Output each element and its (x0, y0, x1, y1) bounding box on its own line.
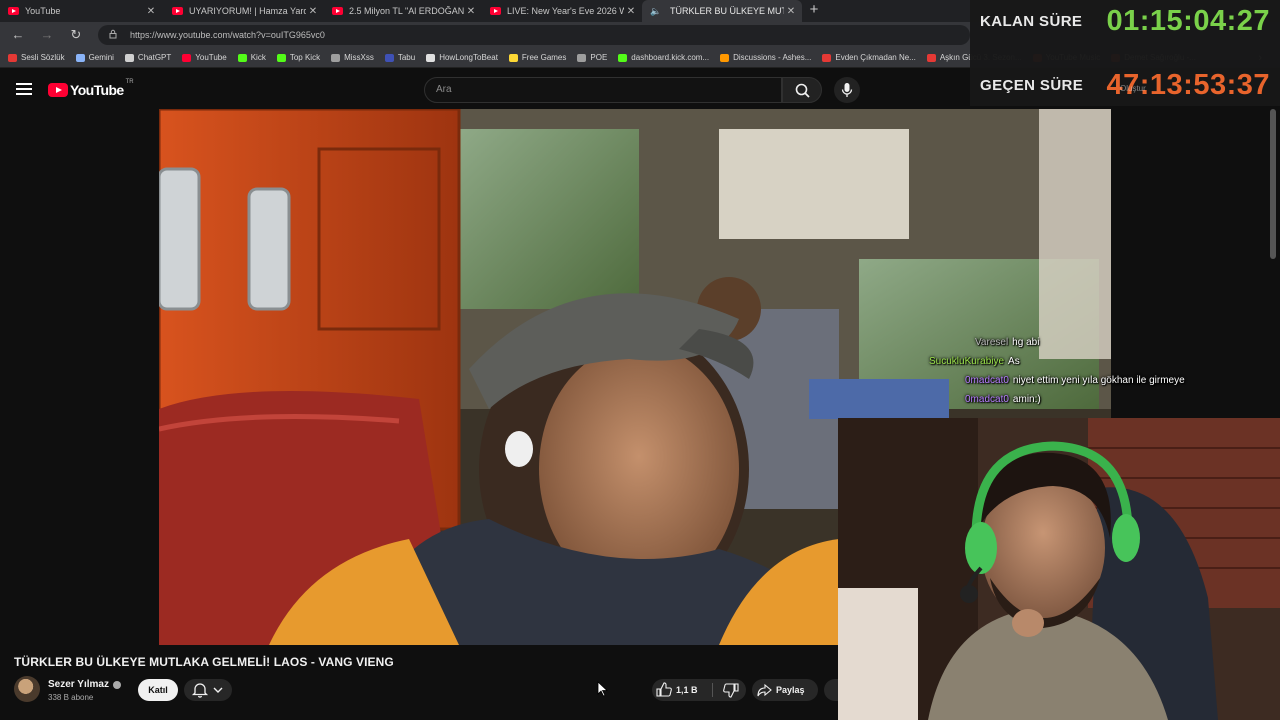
chat-username: Varesel (975, 337, 1009, 348)
bookmark-favicon-icon (720, 53, 730, 62)
browser-tab-active[interactable]: 🔈 TÜRKLER BU ÜLKEYE MUTLA ✕ (642, 0, 802, 22)
bookmark-favicon-icon (508, 53, 518, 62)
url-text: https://www.youtube.com/watch?v=ouITG965… (130, 30, 325, 40)
bookmark-favicon-icon (618, 53, 628, 62)
video-title: TÜRKLER BU ÜLKEYE MUTLAKA GELMELİ! LAOS … (14, 655, 394, 669)
bookmark-favicon-icon (124, 53, 134, 62)
chat-username: SucukluKurabiye (929, 356, 1005, 367)
chat-text: As (1008, 356, 1020, 367)
bookmark-item[interactable]: Evden Çıkmadan Ne... (822, 53, 916, 62)
site-info-icon[interactable] (108, 29, 122, 41)
new-tab-button[interactable]: + (806, 2, 822, 18)
streamer-webcam (838, 418, 1280, 720)
bookmark-item[interactable]: dashboard.kick.com... (618, 53, 709, 62)
bookmark-favicon-icon (384, 53, 394, 62)
bookmark-item[interactable]: Discussions - Ashes... (720, 53, 811, 62)
create-button[interactable]: Oluştur (1120, 84, 1146, 93)
verified-check-icon (112, 680, 121, 689)
chevron-down-icon (213, 687, 223, 693)
close-tab-icon[interactable]: ✕ (144, 6, 158, 17)
bookmark-favicon-icon (75, 53, 85, 62)
chat-username: 0madcat0 (965, 394, 1009, 405)
page-scrollbar[interactable] (1270, 109, 1276, 259)
bookmark-item[interactable]: Gemini (75, 53, 114, 62)
dislike-button[interactable] (716, 679, 746, 701)
chat-message: Varesel hg abi (975, 337, 1039, 348)
search-button[interactable] (782, 77, 822, 103)
remaining-time-value: 01:15:04:27 (1106, 5, 1270, 37)
channel-avatar[interactable] (14, 676, 40, 702)
bookmark-favicon-icon (822, 53, 832, 62)
reload-icon[interactable]: ↻ (67, 26, 85, 44)
bookmark-favicon-icon (276, 53, 286, 62)
search-input[interactable]: Ara (424, 77, 782, 103)
bookmark-favicon-icon (577, 53, 587, 62)
menu-icon[interactable] (16, 83, 32, 95)
chat-text: hg abi (1012, 337, 1040, 348)
search-icon (795, 83, 810, 98)
like-count: 1,1 B (676, 685, 698, 695)
bookmark-favicon-icon (182, 53, 192, 62)
notification-button[interactable] (184, 679, 232, 701)
bookmark-favicon-icon (426, 53, 436, 62)
bookmark-item[interactable]: Free Games (508, 53, 566, 62)
bookmark-item[interactable]: Tabu (384, 53, 415, 62)
bell-icon (191, 683, 209, 698)
mouse-cursor-icon (597, 681, 609, 702)
bookmark-favicon-icon (237, 53, 247, 62)
close-tab-icon[interactable]: ✕ (784, 6, 798, 17)
forward-arrow-icon[interactable]: → (38, 26, 56, 44)
youtube-favicon-icon (8, 7, 19, 15)
browser-tab[interactable]: YouTube ✕ (0, 0, 162, 22)
bookmark-item[interactable]: Kick (237, 53, 266, 62)
chat-text: amin:) (1012, 394, 1041, 405)
microphone-icon (841, 83, 853, 97)
like-dislike-group: 1,1 B (652, 679, 746, 701)
browser-tab[interactable]: LIVE: New Year's Eve 2026 Wo ✕ (482, 0, 642, 22)
subscriber-count: 338 B abone (48, 693, 94, 702)
thumbs-down-icon (723, 683, 739, 698)
bookmark-item[interactable]: YouTube (182, 53, 227, 62)
close-tab-icon[interactable]: ✕ (306, 6, 320, 17)
youtube-favicon-icon (172, 7, 183, 15)
address-bar[interactable]: https://www.youtube.com/watch?v=ouITG965… (98, 25, 970, 45)
bookmark-item[interactable]: MissXss (331, 53, 374, 62)
close-tab-icon[interactable]: ✕ (624, 6, 638, 17)
share-button[interactable]: Paylaş (752, 679, 818, 701)
thumbs-up-icon (656, 682, 672, 697)
bookmark-item[interactable]: POE (577, 53, 607, 62)
browser-tab[interactable]: UYARIYORUM! | Hamza Yardımcı ✕ (164, 0, 324, 22)
remaining-time-label: KALAN SÜRE (980, 13, 1083, 30)
back-arrow-icon[interactable]: ← (9, 26, 27, 44)
bookmark-item[interactable]: ChatGPT (124, 53, 171, 62)
voice-search-button[interactable] (834, 77, 860, 103)
like-button[interactable]: 1,1 B (652, 679, 710, 701)
bookmark-item[interactable]: Top Kick (276, 53, 320, 62)
youtube-favicon-icon (332, 7, 343, 15)
youtube-logo[interactable]: YouTube TR (48, 79, 134, 98)
bookmark-favicon-icon (926, 53, 936, 62)
bookmark-favicon-icon (8, 53, 17, 62)
browser-tab[interactable]: 2.5 Milyon TL "Al ERDOĞAN" Vur ✕ (324, 0, 482, 22)
webcam-frame (838, 418, 1280, 720)
join-button[interactable]: Katıl (138, 679, 178, 701)
chat-message: SucukluKurabiye As (929, 356, 1020, 367)
chat-message: 0madcat0 niyet ettim yeni yıla gökhan ile… (965, 375, 1185, 386)
bookmark-item[interactable]: Sesli Sözlük (8, 53, 65, 62)
chat-message: 0madcat0 amin:) (965, 394, 1041, 405)
chat-text: niyet ettim yeni yıla gökhan ile girmeye (1012, 375, 1185, 386)
elapsed-time-label: GEÇEN SÜRE (980, 77, 1084, 94)
divider (712, 683, 713, 697)
subathon-timer-overlay: KALAN SÜRE 01:15:04:27 GEÇEN SÜRE 47:13:… (970, 0, 1280, 106)
bookmark-favicon-icon (331, 53, 341, 62)
youtube-play-logo-icon (48, 83, 68, 97)
save-button[interactable] (824, 679, 838, 701)
share-arrow-icon (757, 683, 772, 697)
speaker-icon[interactable]: 🔈 (650, 6, 662, 17)
bookmark-item[interactable]: HowLongToBeat (426, 53, 498, 62)
close-tab-icon[interactable]: ✕ (464, 6, 478, 17)
chat-username: 0madcat0 (965, 375, 1009, 386)
channel-name-link[interactable]: Sezer Yılmaz (48, 679, 121, 690)
youtube-favicon-icon (490, 7, 501, 15)
